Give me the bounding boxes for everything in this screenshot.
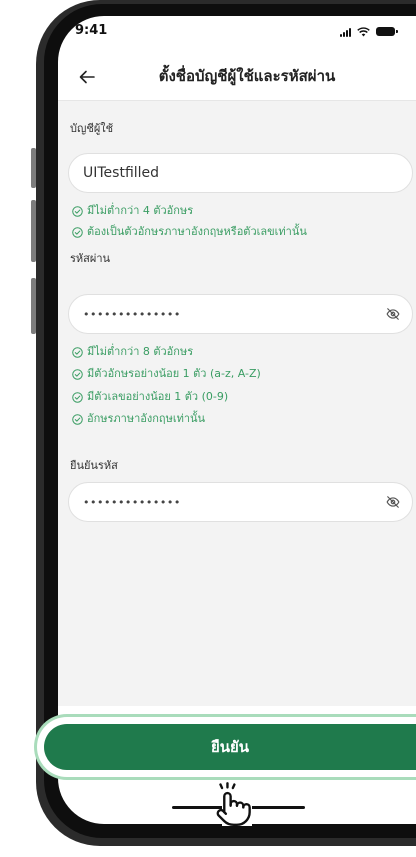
password-field[interactable] (68, 294, 413, 334)
rule-text: ต้องเป็นตัวอักษรภาษาอังกฤษหรือตัวเลขเท่า… (87, 225, 307, 238)
username-rule-item: มีไม่ต่ำกว่า 4 ตัวอักษร (72, 204, 193, 218)
username-label: บัญชีผู้ใช้ (70, 122, 114, 135)
eye-slash-icon[interactable] (386, 495, 400, 509)
page-title: ตั้งชื่อบัญชีผู้ใช้และรหัสผ่าน (158, 67, 336, 85)
rule-text: อักษรภาษาอังกฤษเท่านั้น (87, 412, 206, 425)
rule-text: มีไม่ต่ำกว่า 8 ตัวอักษร (87, 345, 194, 358)
page: 9:41 ตั้งชื่อบัญชีผู้ใช้และรหัสผ่าน บัญช… (0, 0, 416, 857)
password-rule-item: มีตัวอักษรอย่างน้อย 1 ตัว (a-z, A-Z) (72, 367, 261, 381)
rule-text: มีตัวเลขอย่างน้อย 1 ตัว (0-9) (87, 390, 229, 403)
form-area: บัญชีผู้ใช้ มีไม่ต่ำกว่า 4 ตัวอักษร ต้อง… (58, 100, 416, 706)
status-time: 9:41 (75, 23, 108, 38)
check-circle-icon (72, 368, 83, 380)
battery-icon (376, 27, 398, 36)
confirm-password-label: ยืนยันรหัส (70, 459, 118, 472)
submit-button[interactable]: ยืนยัน (44, 724, 416, 770)
back-button[interactable] (76, 68, 98, 86)
confirm-password-input[interactable] (83, 483, 383, 521)
check-circle-icon (72, 346, 83, 358)
check-circle-icon (72, 413, 83, 425)
wifi-icon (357, 27, 370, 37)
rule-text: มีไม่ต่ำกว่า 4 ตัวอักษร (87, 204, 194, 217)
username-rule-item: ต้องเป็นตัวอักษรภาษาอังกฤษหรือตัวเลขเท่า… (72, 225, 307, 239)
username-input[interactable] (83, 154, 383, 192)
status-icons (340, 25, 398, 37)
password-rule-item: มีตัวเลขอย่างน้อย 1 ตัว (0-9) (72, 390, 228, 404)
phone-screen: 9:41 ตั้งชื่อบัญชีผู้ใช้และรหัสผ่าน บัญช… (58, 16, 416, 824)
eye-slash-icon[interactable] (386, 307, 400, 321)
signal-icon (340, 27, 351, 37)
password-rule-item: อักษรภาษาอังกฤษเท่านั้น (72, 412, 205, 426)
tap-hand-icon (216, 782, 251, 827)
password-rule-item: มีไม่ต่ำกว่า 8 ตัวอักษร (72, 345, 193, 359)
check-circle-icon (72, 205, 83, 217)
confirm-password-field[interactable] (68, 482, 413, 522)
rule-text: มีตัวอักษรอย่างน้อย 1 ตัว (a-z, A-Z) (87, 367, 261, 380)
password-label: รหัสผ่าน (70, 252, 111, 265)
check-circle-icon (72, 391, 83, 403)
check-circle-icon (72, 226, 83, 238)
arrow-left-icon (79, 70, 95, 84)
password-input[interactable] (83, 295, 383, 333)
username-field[interactable] (68, 153, 413, 193)
